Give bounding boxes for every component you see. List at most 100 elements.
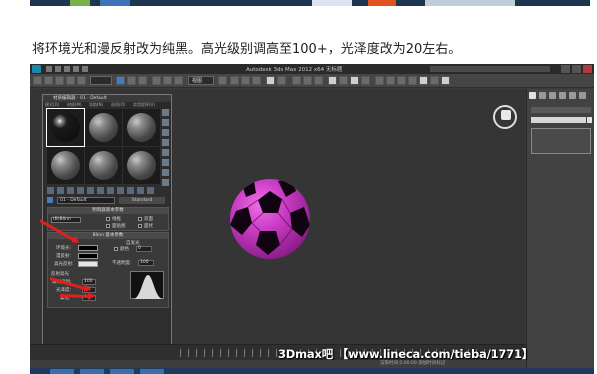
hierarchy-tab-icon[interactable] [549, 92, 556, 99]
modifier-stack-list[interactable] [531, 128, 591, 154]
search-box[interactable] [430, 66, 550, 72]
save-icon[interactable] [64, 66, 70, 72]
self-illum-color-checkbox[interactable] [114, 247, 118, 251]
select-by-name-icon[interactable] [127, 76, 136, 85]
sample-slot-3[interactable] [123, 109, 160, 146]
extra-tool-3-icon[interactable] [397, 76, 406, 85]
reset-material-icon[interactable] [77, 187, 84, 194]
menu-mode[interactable]: 模式(D) [45, 102, 59, 108]
create-tab-icon[interactable] [529, 92, 536, 99]
material-name-field[interactable]: 01 - Default [57, 197, 115, 204]
taskbar-item-4[interactable] [140, 369, 164, 374]
background-icon[interactable] [162, 129, 169, 136]
go-to-parent-icon[interactable] [137, 187, 144, 194]
go-forward-sibling-icon[interactable] [147, 187, 154, 194]
display-tab-icon[interactable] [569, 92, 576, 99]
pick-material-icon[interactable] [47, 197, 53, 203]
two-sided-checkbox[interactable] [138, 217, 142, 221]
shader-dropdown[interactable]: (B)Blinn [51, 217, 81, 223]
layer-icon[interactable] [292, 76, 301, 85]
selection-filter-dropdown[interactable] [90, 76, 112, 85]
render-icon[interactable] [361, 76, 370, 85]
video-check-icon[interactable] [162, 149, 169, 156]
bind-icon[interactable] [77, 76, 86, 85]
make-unique-icon[interactable] [87, 187, 94, 194]
region-select-icon[interactable] [138, 76, 147, 85]
extra-tool-6-icon[interactable] [430, 76, 439, 85]
open-icon[interactable] [55, 66, 61, 72]
menu-material[interactable]: 材质(M) [67, 102, 82, 108]
app-icon[interactable] [32, 65, 41, 73]
put-to-library-icon[interactable] [97, 187, 104, 194]
sample-slot-6[interactable] [123, 147, 160, 184]
show-end-result-icon[interactable] [127, 187, 134, 194]
modify-tab-icon[interactable] [539, 92, 546, 99]
material-editor-icon[interactable] [328, 76, 337, 85]
object-type-dropdown[interactable] [531, 107, 591, 113]
menu-navigation[interactable]: 导航(N) [89, 102, 103, 108]
show-map-icon[interactable] [117, 187, 124, 194]
specular-color-swatch[interactable] [78, 261, 98, 267]
extra-tool-2-icon[interactable] [386, 76, 395, 85]
angle-snap-icon[interactable] [241, 76, 250, 85]
extra-tool-7-icon[interactable] [441, 76, 450, 85]
ambient-color-swatch[interactable] [78, 245, 98, 251]
uv-tiling-icon[interactable] [162, 139, 169, 146]
get-material-icon[interactable] [47, 187, 54, 194]
taskbar-item-3[interactable] [110, 369, 134, 374]
taskbar-item-1[interactable] [50, 369, 74, 374]
redo-tool-icon[interactable] [44, 76, 53, 85]
extra-tool-5-icon[interactable] [419, 76, 428, 85]
object-color-swatch[interactable] [587, 117, 592, 123]
mirror-icon[interactable] [266, 76, 275, 85]
extra-tool-icon[interactable] [375, 76, 384, 85]
make-preview-icon[interactable] [162, 159, 169, 166]
minimize-button[interactable] [561, 65, 570, 73]
material-type-button[interactable]: Standard [119, 197, 165, 204]
snap-icon[interactable] [230, 76, 239, 85]
select-icon[interactable] [116, 76, 125, 85]
diffuse-color-swatch[interactable] [78, 253, 98, 259]
render-setup-icon[interactable] [339, 76, 348, 85]
sample-slot-2[interactable] [85, 109, 122, 146]
material-id-icon[interactable] [107, 187, 114, 194]
pivot-icon[interactable] [218, 76, 227, 85]
sample-type-icon[interactable] [162, 109, 169, 116]
menu-options[interactable]: 选项(O) [111, 102, 125, 108]
faceted-checkbox[interactable] [138, 224, 142, 228]
backlight-icon[interactable] [162, 119, 169, 126]
scale-icon[interactable] [174, 76, 183, 85]
shader-rollout-header[interactable]: 明暗器基本参数 [48, 208, 168, 214]
render-frame-icon[interactable] [350, 76, 359, 85]
rotate-icon[interactable] [163, 76, 172, 85]
schematic-icon[interactable] [314, 76, 323, 85]
extra-tool-4-icon[interactable] [408, 76, 417, 85]
sample-slot-4[interactable] [47, 147, 84, 184]
percent-snap-icon[interactable] [252, 76, 261, 85]
link-icon[interactable] [55, 76, 64, 85]
motion-tab-icon[interactable] [559, 92, 566, 99]
sample-slot-5[interactable] [85, 147, 122, 184]
select-by-material-icon[interactable] [162, 179, 169, 186]
maximize-button[interactable] [572, 65, 581, 73]
move-icon[interactable] [152, 76, 161, 85]
viewcube-icon[interactable] [493, 105, 517, 129]
sample-slot-1[interactable] [46, 108, 85, 147]
taskbar-item-2[interactable] [80, 369, 104, 374]
close-button[interactable] [583, 65, 592, 73]
put-to-scene-icon[interactable] [57, 187, 64, 194]
self-illum-spinner[interactable]: 0 [136, 246, 152, 252]
align-icon[interactable] [277, 76, 286, 85]
undo-icon[interactable] [73, 66, 79, 72]
curve-editor-icon[interactable] [303, 76, 312, 85]
menu-utilities[interactable]: 实用程序(U) [133, 102, 155, 108]
wireframe-checkbox[interactable] [106, 217, 110, 221]
undo-tool-icon[interactable] [33, 76, 42, 85]
assign-material-icon[interactable] [67, 187, 74, 194]
opacity-spinner[interactable]: 100 [138, 260, 154, 266]
unlink-icon[interactable] [66, 76, 75, 85]
utilities-tab-icon[interactable] [579, 92, 586, 99]
soccer-ball-object[interactable] [230, 179, 310, 259]
face-map-checkbox[interactable] [106, 224, 110, 228]
options-icon[interactable] [162, 169, 169, 176]
